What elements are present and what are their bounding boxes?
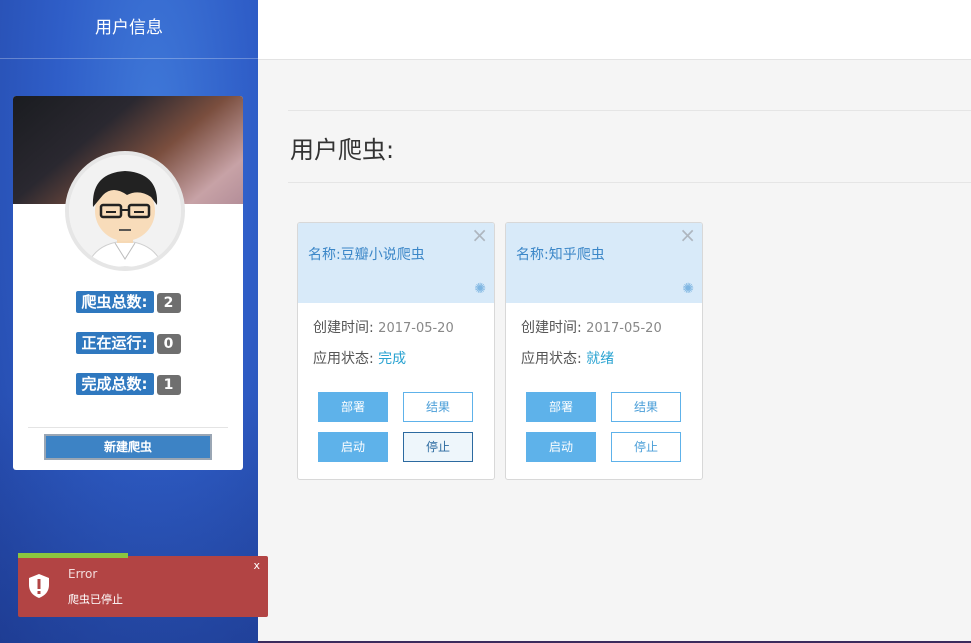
- page-title: 用户爬虫:: [290, 136, 395, 164]
- card-created-value: 2017-05-20: [378, 321, 454, 336]
- sidebar-title: 用户信息: [0, 0, 258, 59]
- stat-running-label: 正在运行:: [75, 332, 154, 354]
- stop-button[interactable]: 停止: [611, 432, 681, 462]
- start-button[interactable]: 启动: [318, 432, 388, 462]
- spider-icon: ✺: [474, 281, 486, 297]
- avatar: [65, 151, 185, 271]
- spider-card-zhihu: 名称:知乎爬虫 × ✺ 创建时间: 2017-05-20 应用状态: 就绪 部署…: [505, 222, 703, 480]
- stat-running: 正在运行: 0: [13, 332, 243, 354]
- card-name: 名称:知乎爬虫: [516, 247, 605, 263]
- close-icon[interactable]: ×: [679, 224, 696, 246]
- card-header: 名称:豆瓣小说爬虫 × ✺: [298, 223, 494, 303]
- card-created-label: 创建时间:: [313, 320, 374, 336]
- profile-divider: [28, 427, 228, 428]
- card-created-label: 创建时间:: [521, 320, 582, 336]
- toast-title: Error: [68, 567, 98, 581]
- sidebar: 用户信息 爬虫总数: 2 正在运行: 0 完成总数: 1 新建爬虫: [0, 0, 258, 643]
- top-bar: [258, 0, 971, 60]
- deploy-button[interactable]: 部署: [318, 392, 388, 422]
- card-status-value: 完成: [378, 351, 407, 367]
- profile-card: 爬虫总数: 2 正在运行: 0 完成总数: 1 新建爬虫: [13, 96, 243, 470]
- card-status-label: 应用状态:: [521, 351, 582, 367]
- stat-total-label: 爬虫总数:: [75, 291, 154, 313]
- spider-icon: ✺: [682, 281, 694, 297]
- card-created: 创建时间: 2017-05-20: [521, 317, 662, 337]
- card-name: 名称:豆瓣小说爬虫: [308, 247, 425, 263]
- stat-running-count: 0: [156, 334, 181, 354]
- toast-message: 爬虫已停止: [68, 593, 123, 606]
- shield-alert-icon: [27, 573, 51, 603]
- result-button[interactable]: 结果: [403, 392, 473, 422]
- content-header: 用户爬虫:: [288, 110, 971, 183]
- card-status: 应用状态: 完成: [313, 348, 406, 368]
- deploy-button[interactable]: 部署: [526, 392, 596, 422]
- toast-progress-bar: [18, 553, 128, 558]
- error-toast[interactable]: Error 爬虫已停止 x: [18, 556, 268, 617]
- card-created: 创建时间: 2017-05-20: [313, 317, 454, 337]
- card-header: 名称:知乎爬虫 × ✺: [506, 223, 702, 303]
- card-created-value: 2017-05-20: [586, 321, 662, 336]
- card-status-label: 应用状态:: [313, 351, 374, 367]
- stat-total: 爬虫总数: 2: [13, 291, 243, 313]
- stop-button[interactable]: 停止: [403, 432, 473, 462]
- new-spider-button[interactable]: 新建爬虫: [44, 434, 212, 460]
- spider-card-douban: 名称:豆瓣小说爬虫 × ✺ 创建时间: 2017-05-20 应用状态: 完成 …: [297, 222, 495, 480]
- stat-completed-count: 1: [156, 375, 181, 395]
- toast-close-button[interactable]: x: [253, 559, 260, 572]
- result-button[interactable]: 结果: [611, 392, 681, 422]
- close-icon[interactable]: ×: [471, 224, 488, 246]
- stat-total-count: 2: [156, 293, 181, 313]
- stat-completed-label: 完成总数:: [75, 373, 154, 395]
- start-button[interactable]: 启动: [526, 432, 596, 462]
- card-status-value: 就绪: [586, 351, 615, 367]
- stat-completed: 完成总数: 1: [13, 373, 243, 395]
- card-status: 应用状态: 就绪: [521, 348, 614, 368]
